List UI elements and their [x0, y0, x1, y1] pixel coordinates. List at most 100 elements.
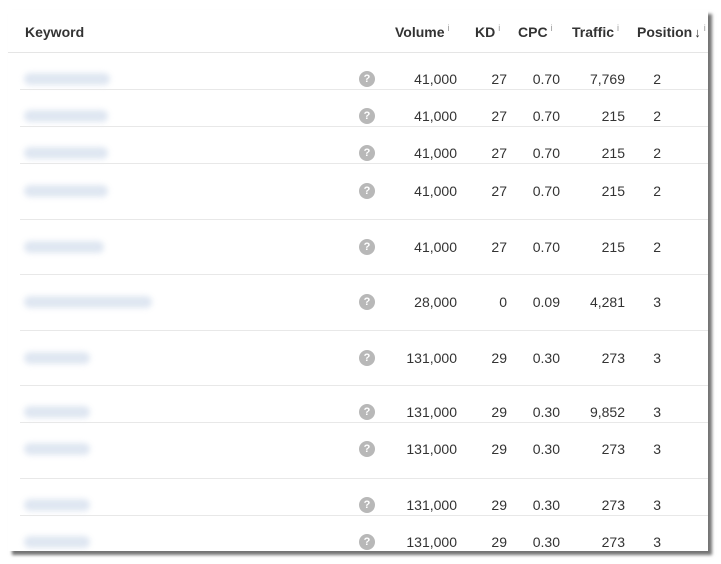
cpc-cell: 0.70 [532, 145, 560, 161]
keyword-redacted[interactable] [24, 443, 90, 455]
table-row[interactable]: ? 131,000 29 0.30 273 3 [20, 478, 708, 516]
volume-cell: 131,000 [406, 497, 457, 513]
cpc-cell: 0.70 [532, 239, 560, 255]
table-row[interactable]: ? 28,000 0 0.09 4,281 3 [20, 274, 708, 331]
kd-cell: 0 [499, 294, 507, 310]
keyword-redacted[interactable] [24, 241, 104, 253]
position-cell: 2 [653, 108, 661, 124]
volume-cell: 41,000 [414, 145, 457, 161]
keyword-redacted[interactable] [24, 406, 90, 418]
keyword-redacted[interactable] [24, 352, 90, 364]
cpc-cell: 0.70 [532, 71, 560, 87]
help-icon[interactable]: ? [359, 350, 375, 366]
column-header-cpc[interactable]: CPC i [518, 23, 553, 41]
volume-cell: 41,000 [414, 239, 457, 255]
sort-descending-icon: ↓ [694, 25, 701, 40]
kd-cell: 29 [491, 350, 507, 366]
cpc-cell: 0.30 [532, 404, 560, 420]
position-cell: 3 [653, 350, 661, 366]
position-cell: 2 [653, 239, 661, 255]
traffic-cell: 215 [601, 145, 625, 161]
info-icon[interactable]: i [551, 23, 553, 33]
kd-cell: 27 [491, 71, 507, 87]
kd-cell: 27 [491, 183, 507, 199]
keyword-redacted[interactable] [24, 147, 108, 159]
keyword-redacted[interactable] [24, 499, 90, 511]
keywords-table: Keyword Volume i KD i CPC i Traffic i Positi… [8, 10, 708, 551]
cpc-cell: 0.70 [532, 108, 560, 124]
traffic-cell: 215 [601, 108, 625, 124]
column-header-kd[interactable]: KD i [475, 23, 500, 41]
table-header: Keyword Volume i KD i CPC i Traffic i Positi… [8, 10, 708, 53]
traffic-cell: 273 [601, 350, 625, 366]
traffic-cell: 273 [601, 497, 625, 513]
volume-cell: 41,000 [414, 108, 457, 124]
traffic-cell: 7,769 [589, 71, 625, 87]
info-icon[interactable]: i [448, 23, 450, 33]
volume-cell: 131,000 [406, 441, 457, 457]
help-icon[interactable]: ? [359, 71, 375, 87]
help-icon[interactable]: ? [359, 239, 375, 255]
table-row[interactable]: ? 41,000 27 0.70 215 2 [20, 219, 708, 275]
keyword-redacted[interactable] [24, 73, 110, 85]
table-row[interactable]: ? 131,000 29 0.30 9,852 3 [20, 385, 708, 423]
position-cell: 2 [653, 71, 661, 87]
help-icon[interactable]: ? [359, 497, 375, 513]
volume-cell: 41,000 [414, 71, 457, 87]
column-header-position[interactable]: Position ↓ i [637, 24, 706, 41]
kd-cell: 27 [491, 108, 507, 124]
table-row[interactable]: ? 131,000 29 0.30 273 3 [20, 330, 708, 386]
table-row[interactable]: ? 41,000 27 0.70 215 2 [20, 126, 708, 164]
kd-cell: 29 [491, 534, 507, 550]
table-row[interactable]: ? 41,000 27 0.70 7,769 2 [20, 52, 708, 90]
table-row[interactable]: ? 41,000 27 0.70 215 2 [20, 89, 708, 127]
keyword-redacted[interactable] [24, 536, 90, 548]
traffic-cell: 273 [601, 534, 625, 550]
traffic-cell: 4,281 [589, 294, 625, 310]
info-icon[interactable]: i [498, 23, 500, 33]
traffic-cell: 215 [601, 239, 625, 255]
position-cell: 3 [653, 294, 661, 310]
kd-cell: 29 [491, 441, 507, 457]
kd-cell: 29 [491, 404, 507, 420]
table-row[interactable]: ? 131,000 29 0.30 273 3 [20, 422, 708, 479]
help-icon[interactable]: ? [359, 404, 375, 420]
help-icon[interactable]: ? [359, 441, 375, 457]
help-icon[interactable]: ? [359, 183, 375, 199]
help-icon[interactable]: ? [359, 294, 375, 310]
volume-cell: 28,000 [414, 294, 457, 310]
cpc-cell: 0.70 [532, 183, 560, 199]
position-cell: 3 [653, 497, 661, 513]
keyword-redacted[interactable] [24, 110, 108, 122]
column-header-volume[interactable]: Volume i [395, 23, 450, 41]
keyword-redacted[interactable] [24, 296, 152, 308]
help-icon[interactable]: ? [359, 534, 375, 550]
info-icon[interactable]: i [617, 23, 619, 33]
cpc-cell: 0.30 [532, 441, 560, 457]
kd-cell: 29 [491, 497, 507, 513]
table-row[interactable]: ? 41,000 27 0.70 215 2 [20, 163, 708, 220]
kd-cell: 27 [491, 145, 507, 161]
keyword-redacted[interactable] [24, 185, 108, 197]
traffic-cell: 273 [601, 441, 625, 457]
kd-cell: 27 [491, 239, 507, 255]
position-cell: 3 [653, 404, 661, 420]
cpc-cell: 0.30 [532, 350, 560, 366]
column-header-traffic[interactable]: Traffic i [572, 23, 619, 41]
help-icon[interactable]: ? [359, 108, 375, 124]
table-row[interactable]: ? 131,000 29 0.30 273 3 [20, 515, 708, 551]
cpc-cell: 0.30 [532, 534, 560, 550]
position-cell: 2 [653, 183, 661, 199]
traffic-cell: 9,852 [589, 404, 625, 420]
volume-cell: 131,000 [406, 404, 457, 420]
position-cell: 3 [653, 534, 661, 550]
help-icon[interactable]: ? [359, 145, 375, 161]
traffic-cell: 215 [601, 183, 625, 199]
position-cell: 3 [653, 441, 661, 457]
volume-cell: 131,000 [406, 350, 457, 366]
volume-cell: 131,000 [406, 534, 457, 550]
cpc-cell: 0.30 [532, 497, 560, 513]
column-header-keyword[interactable]: Keyword [25, 24, 84, 40]
cpc-cell: 0.09 [532, 294, 560, 310]
info-icon[interactable]: i [704, 23, 706, 33]
